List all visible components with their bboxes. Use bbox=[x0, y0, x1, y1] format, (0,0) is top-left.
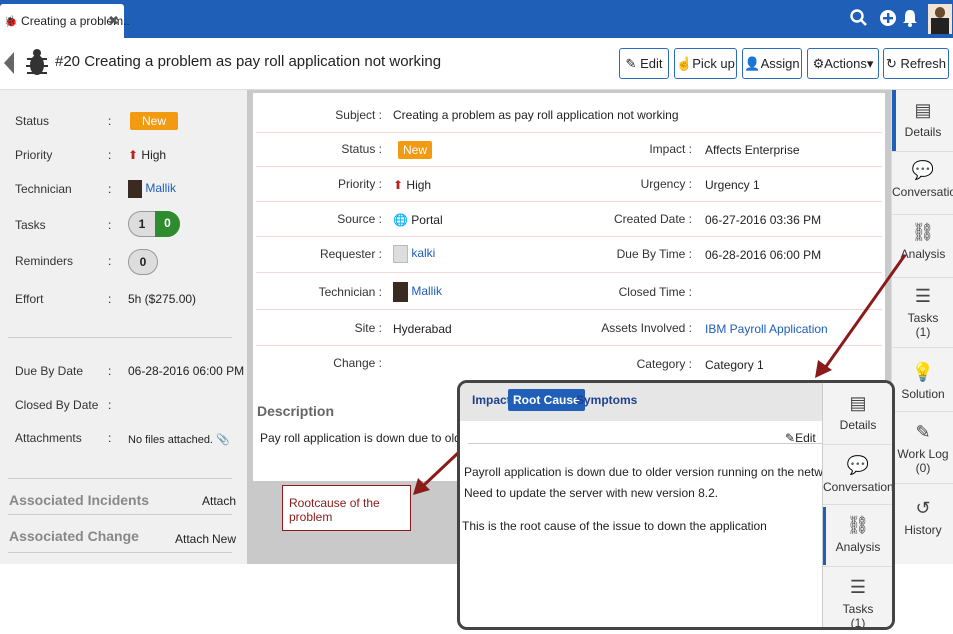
zoom-nav-analysis[interactable]: ⛓ Analysis bbox=[823, 515, 892, 567]
tab-impact[interactable]: Impact bbox=[472, 393, 511, 407]
chat-icon: 💬 bbox=[846, 455, 870, 475]
rootcause-callout: Rootcause of the problem bbox=[282, 485, 411, 531]
divider bbox=[468, 443, 823, 444]
rootcause-line-1: Payroll application is down due to older… bbox=[464, 465, 843, 479]
nav-label: Conversation bbox=[823, 480, 894, 494]
zoom-nav-tasks[interactable]: ☰ Tasks (1) bbox=[823, 577, 892, 630]
edit-link[interactable]: ✎Edit bbox=[785, 431, 816, 445]
zoomed-analysis-panel: Impact Root Cause Symptoms ✎Edit Payroll… bbox=[457, 380, 895, 630]
tasks-icon: ☰ bbox=[849, 577, 867, 597]
analysis-icon: ⛓ bbox=[846, 515, 870, 535]
nav-label: Tasks bbox=[842, 602, 874, 616]
nav-count: (1) bbox=[850, 616, 866, 630]
tab-symptoms[interactable]: Symptoms bbox=[576, 393, 637, 407]
edit-icon: ✎ bbox=[785, 431, 796, 445]
edit-label: Edit bbox=[795, 431, 816, 445]
rootcause-line-2: Need to update the server with new versi… bbox=[464, 486, 719, 500]
zoom-nav-details[interactable]: ▤ Details bbox=[823, 393, 892, 445]
nav-label: Details bbox=[839, 418, 877, 432]
arrow-analysis bbox=[823, 254, 907, 369]
nav-label: Analysis bbox=[835, 540, 881, 554]
zoom-nav-conversation[interactable]: 💬 Conversation bbox=[823, 455, 894, 505]
details-icon: ▤ bbox=[849, 393, 867, 413]
rootcause-line-3: This is the root cause of the issue to d… bbox=[462, 519, 767, 533]
tab-root-cause[interactable]: Root Cause bbox=[508, 389, 585, 411]
analysis-tabs: Impact Root Cause Symptoms bbox=[460, 383, 828, 421]
zoom-right-nav: ▤ Details 💬 Conversation ⛓ Analysis ☰ Tasks(… bbox=[822, 383, 894, 630]
